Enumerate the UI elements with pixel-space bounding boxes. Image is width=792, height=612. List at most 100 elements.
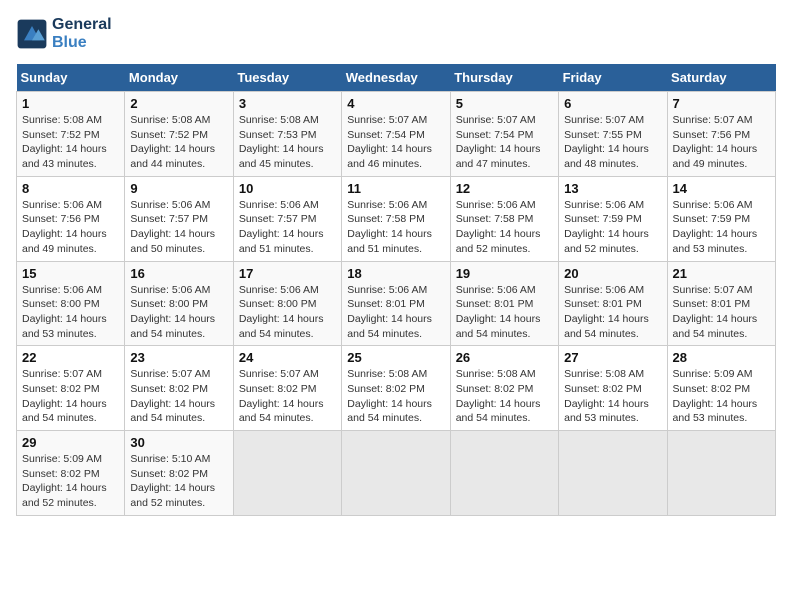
calendar-week-2: 8 Sunrise: 5:06 AMSunset: 7:56 PMDaylight… [17, 176, 776, 261]
calendar-cell: 28 Sunrise: 5:09 AMSunset: 8:02 PMDayligh… [667, 346, 775, 431]
logo-icon [16, 18, 48, 50]
day-number: 30 [130, 435, 227, 450]
calendar-cell: 27 Sunrise: 5:08 AMSunset: 8:02 PMDayligh… [559, 346, 667, 431]
day-detail: Sunrise: 5:06 AMSunset: 7:57 PMDaylight:… [130, 198, 227, 257]
day-number: 6 [564, 96, 661, 111]
calendar-cell: 11 Sunrise: 5:06 AMSunset: 7:58 PMDayligh… [342, 176, 450, 261]
weekday-header-tuesday: Tuesday [233, 64, 341, 92]
day-number: 8 [22, 181, 119, 196]
day-detail: Sunrise: 5:06 AMSunset: 8:00 PMDaylight:… [239, 283, 336, 342]
weekday-header-saturday: Saturday [667, 64, 775, 92]
day-detail: Sunrise: 5:08 AMSunset: 7:52 PMDaylight:… [22, 113, 119, 172]
day-detail: Sunrise: 5:06 AMSunset: 8:00 PMDaylight:… [22, 283, 119, 342]
day-detail: Sunrise: 5:06 AMSunset: 7:58 PMDaylight:… [456, 198, 553, 257]
calendar-cell: 10Sunrise: 5:06 AMSunset: 7:57 PMDayligh… [233, 176, 341, 261]
logo-name: General Blue [52, 16, 112, 52]
day-detail: Sunrise: 5:07 AMSunset: 7:55 PMDaylight:… [564, 113, 661, 172]
calendar-week-4: 22 Sunrise: 5:07 AMSunset: 8:02 PMDayligh… [17, 346, 776, 431]
day-detail: Sunrise: 5:06 AMSunset: 7:59 PMDaylight:… [564, 198, 661, 257]
calendar-cell: 4 Sunrise: 5:07 AMSunset: 7:54 PMDaylight… [342, 92, 450, 177]
day-detail: Sunrise: 5:06 AMSunset: 8:01 PMDaylight:… [564, 283, 661, 342]
day-detail: Sunrise: 5:10 AMSunset: 8:02 PMDaylight:… [130, 452, 227, 511]
weekday-header-monday: Monday [125, 64, 233, 92]
calendar-cell: 13 Sunrise: 5:06 AMSunset: 7:59 PMDayligh… [559, 176, 667, 261]
calendar-cell: 19Sunrise: 5:06 AMSunset: 8:01 PMDayligh… [450, 261, 558, 346]
calendar-cell: 5 Sunrise: 5:07 AMSunset: 7:54 PMDaylight… [450, 92, 558, 177]
day-number: 22 [22, 350, 119, 365]
calendar-cell [342, 431, 450, 516]
weekday-header-row: SundayMondayTuesdayWednesdayThursdayFrid… [17, 64, 776, 92]
day-number: 16 [130, 266, 227, 281]
day-detail: Sunrise: 5:06 AMSunset: 7:58 PMDaylight:… [347, 198, 444, 257]
calendar-cell: 25 Sunrise: 5:08 AMSunset: 8:02 PMDayligh… [342, 346, 450, 431]
calendar-cell: 8 Sunrise: 5:06 AMSunset: 7:56 PMDaylight… [17, 176, 125, 261]
day-number: 7 [673, 96, 770, 111]
day-detail: Sunrise: 5:08 AMSunset: 8:02 PMDaylight:… [564, 367, 661, 426]
day-number: 18 [347, 266, 444, 281]
day-detail: Sunrise: 5:08 AMSunset: 7:53 PMDaylight:… [239, 113, 336, 172]
calendar-cell: 21Sunrise: 5:07 AMSunset: 8:01 PMDayligh… [667, 261, 775, 346]
calendar-cell: 3Sunrise: 5:08 AMSunset: 7:53 PMDaylight… [233, 92, 341, 177]
calendar-cell [667, 431, 775, 516]
weekday-header-thursday: Thursday [450, 64, 558, 92]
logo: General Blue [16, 16, 112, 52]
day-detail: Sunrise: 5:09 AMSunset: 8:02 PMDaylight:… [673, 367, 770, 426]
calendar-cell: 16 Sunrise: 5:06 AMSunset: 8:00 PMDayligh… [125, 261, 233, 346]
day-number: 2 [130, 96, 227, 111]
day-number: 29 [22, 435, 119, 450]
calendar-cell [233, 431, 341, 516]
calendar-cell: 12 Sunrise: 5:06 AMSunset: 7:58 PMDayligh… [450, 176, 558, 261]
calendar-cell: 30 Sunrise: 5:10 AMSunset: 8:02 PMDayligh… [125, 431, 233, 516]
day-number: 23 [130, 350, 227, 365]
calendar-cell: 26 Sunrise: 5:08 AMSunset: 8:02 PMDayligh… [450, 346, 558, 431]
day-detail: Sunrise: 5:07 AMSunset: 8:02 PMDaylight:… [239, 367, 336, 426]
calendar-table: SundayMondayTuesdayWednesdayThursdayFrid… [16, 64, 776, 516]
day-detail: Sunrise: 5:08 AMSunset: 8:02 PMDaylight:… [456, 367, 553, 426]
day-number: 21 [673, 266, 770, 281]
day-detail: Sunrise: 5:06 AMSunset: 8:01 PMDaylight:… [456, 283, 553, 342]
day-number: 20 [564, 266, 661, 281]
day-detail: Sunrise: 5:07 AMSunset: 7:54 PMDaylight:… [456, 113, 553, 172]
day-number: 25 [347, 350, 444, 365]
day-number: 28 [673, 350, 770, 365]
day-detail: Sunrise: 5:07 AMSunset: 7:56 PMDaylight:… [673, 113, 770, 172]
day-number: 13 [564, 181, 661, 196]
day-number: 10 [239, 181, 336, 196]
day-detail: Sunrise: 5:06 AMSunset: 8:00 PMDaylight:… [130, 283, 227, 342]
calendar-cell: 1 Sunrise: 5:08 AMSunset: 7:52 PMDaylight… [17, 92, 125, 177]
weekday-header-wednesday: Wednesday [342, 64, 450, 92]
calendar-cell: 15Sunrise: 5:06 AMSunset: 8:00 PMDayligh… [17, 261, 125, 346]
day-detail: Sunrise: 5:07 AMSunset: 8:02 PMDaylight:… [22, 367, 119, 426]
day-detail: Sunrise: 5:08 AMSunset: 7:52 PMDaylight:… [130, 113, 227, 172]
day-detail: Sunrise: 5:07 AMSunset: 7:54 PMDaylight:… [347, 113, 444, 172]
calendar-cell: 14 Sunrise: 5:06 AMSunset: 7:59 PMDayligh… [667, 176, 775, 261]
page-header: General Blue [16, 16, 776, 52]
calendar-cell: 23 Sunrise: 5:07 AMSunset: 8:02 PMDayligh… [125, 346, 233, 431]
day-detail: Sunrise: 5:06 AMSunset: 7:56 PMDaylight:… [22, 198, 119, 257]
calendar-week-3: 15Sunrise: 5:06 AMSunset: 8:00 PMDayligh… [17, 261, 776, 346]
calendar-cell: 22 Sunrise: 5:07 AMSunset: 8:02 PMDayligh… [17, 346, 125, 431]
day-number: 4 [347, 96, 444, 111]
calendar-cell: 9 Sunrise: 5:06 AMSunset: 7:57 PMDaylight… [125, 176, 233, 261]
day-detail: Sunrise: 5:06 AMSunset: 7:59 PMDaylight:… [673, 198, 770, 257]
day-number: 24 [239, 350, 336, 365]
day-detail: Sunrise: 5:07 AMSunset: 8:02 PMDaylight:… [130, 367, 227, 426]
calendar-header: SundayMondayTuesdayWednesdayThursdayFrid… [17, 64, 776, 92]
day-number: 26 [456, 350, 553, 365]
day-number: 9 [130, 181, 227, 196]
calendar-body: 1 Sunrise: 5:08 AMSunset: 7:52 PMDaylight… [17, 92, 776, 516]
day-number: 1 [22, 96, 119, 111]
calendar-cell: 2 Sunrise: 5:08 AMSunset: 7:52 PMDaylight… [125, 92, 233, 177]
day-number: 14 [673, 181, 770, 196]
weekday-header-sunday: Sunday [17, 64, 125, 92]
day-number: 12 [456, 181, 553, 196]
day-number: 11 [347, 181, 444, 196]
day-number: 17 [239, 266, 336, 281]
calendar-week-1: 1 Sunrise: 5:08 AMSunset: 7:52 PMDaylight… [17, 92, 776, 177]
day-number: 27 [564, 350, 661, 365]
day-detail: Sunrise: 5:08 AMSunset: 8:02 PMDaylight:… [347, 367, 444, 426]
calendar-week-5: 29Sunrise: 5:09 AMSunset: 8:02 PMDayligh… [17, 431, 776, 516]
calendar-cell: 6 Sunrise: 5:07 AMSunset: 7:55 PMDaylight… [559, 92, 667, 177]
weekday-header-friday: Friday [559, 64, 667, 92]
day-number: 5 [456, 96, 553, 111]
